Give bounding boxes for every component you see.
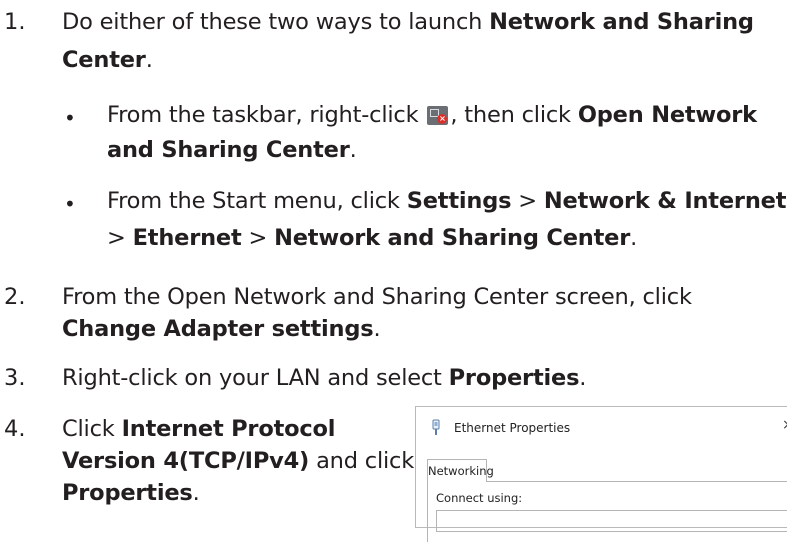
- step-4-bold-properties: Properties: [62, 480, 193, 506]
- step-4-mid: and click: [309, 448, 415, 474]
- step-2-bold-change-adapter: Change Adapter settings: [62, 316, 374, 342]
- bullet-2-bold-network-internet: Network & Internet: [543, 188, 787, 214]
- step-2-period: .: [373, 316, 381, 342]
- bullet-1-mid: , then click: [450, 102, 578, 128]
- step-1-bold-center: Center: [62, 47, 146, 73]
- bullet-1-period: .: [349, 137, 357, 163]
- bullet-2-text-line1: From the Start menu, click Settings > Ne…: [107, 187, 786, 215]
- close-icon[interactable]: ×: [782, 417, 787, 433]
- step-4-text-line2: Version 4(TCP/IPv4) and click: [62, 447, 414, 475]
- step-4-text-line1: Click Internet Protocol: [62, 415, 336, 443]
- dialog-title: Ethernet Properties: [454, 421, 571, 435]
- step-1-pre: Do either of these two ways to launch: [62, 9, 490, 35]
- ethernet-properties-dialog: Ethernet Properties × Networking Connect…: [415, 406, 787, 542]
- bullet-2-bold-settings: Settings: [406, 188, 512, 214]
- step-number-3: 3.: [4, 365, 26, 391]
- bullet-1-text-line1: From the taskbar, right-click ×, then cl…: [107, 101, 757, 129]
- step-4-pre: Click: [62, 416, 122, 442]
- bullet-1-bold-sharing-center: and Sharing Center: [107, 137, 350, 163]
- bullet-2: •: [64, 192, 76, 216]
- bullet-2-sep-1: >: [511, 188, 544, 214]
- step-2-text-line1: From the Open Network and Sharing Center…: [62, 284, 692, 310]
- network-error-tray-icon: ×: [427, 106, 449, 125]
- bullet-2-text-line2: > Ethernet > Network and Sharing Center.: [107, 224, 637, 252]
- step-4-bold-internet-protocol: Internet Protocol: [121, 416, 336, 442]
- step-number-4: 4.: [4, 416, 26, 442]
- adapter-field: [436, 510, 787, 532]
- step-3-period: .: [579, 365, 587, 391]
- ethernet-adapter-icon: [432, 419, 440, 435]
- step-1-bold-network-sharing: Network and Sharing: [489, 9, 754, 35]
- bullet-2-sep-2: >: [107, 225, 133, 251]
- step-number-2: 2.: [4, 284, 26, 310]
- step-3-pre: Right-click on your LAN and select: [62, 365, 449, 391]
- bullet-2-bold-ethernet: Ethernet: [132, 225, 242, 251]
- bullet-1-text-line2: and Sharing Center.: [107, 136, 357, 164]
- step-4-period: .: [192, 480, 200, 506]
- step-3-text: Right-click on your LAN and select Prope…: [62, 364, 586, 392]
- step-1-text-line2: Center.: [62, 46, 153, 74]
- connect-using-label: Connect using:: [436, 491, 523, 505]
- step-number-1: 1.: [4, 9, 26, 35]
- bullet-1-bold-open-network: Open Network: [577, 102, 757, 128]
- step-4-bold-ipv4: Version 4(TCP/IPv4): [62, 448, 310, 474]
- bullet-1-pre: From the taskbar, right-click: [107, 102, 426, 128]
- bullet-2-period: .: [630, 225, 638, 251]
- bullet-2-sep-3: >: [241, 225, 275, 251]
- step-3-bold-properties: Properties: [448, 365, 580, 391]
- step-4-text-line3: Properties.: [62, 479, 200, 507]
- tab-networking[interactable]: Networking: [427, 459, 494, 482]
- bullet-1: •: [64, 106, 76, 130]
- step-1-text-line1: Do either of these two ways to launch Ne…: [62, 8, 754, 36]
- step-2-text-line2: Change Adapter settings.: [62, 315, 381, 343]
- bullet-2-pre: From the Start menu, click: [107, 188, 407, 214]
- step-1-period: .: [145, 47, 153, 73]
- bullet-2-bold-network-sharing-center: Network and Sharing Center: [274, 225, 631, 251]
